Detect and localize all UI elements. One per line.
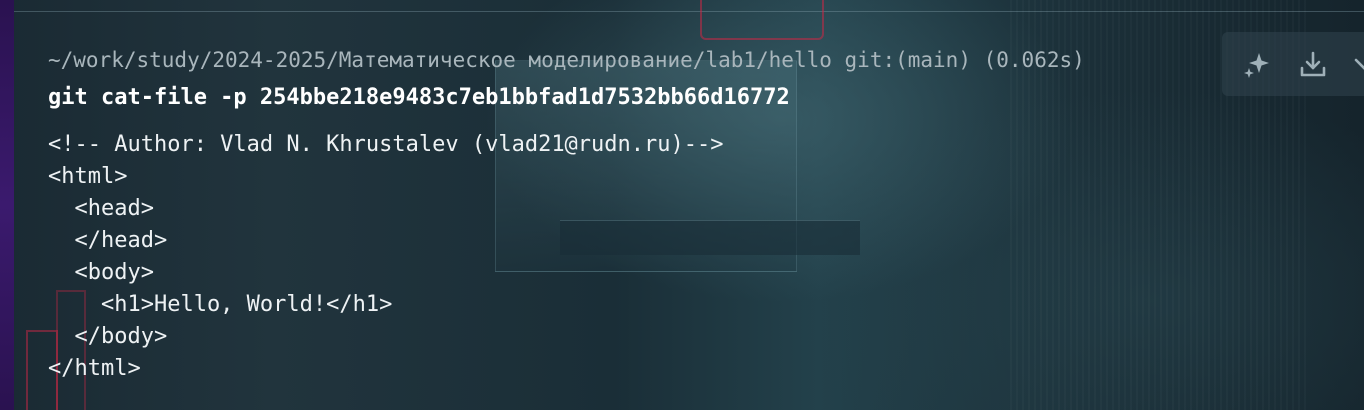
command-duration: (0.062s) bbox=[983, 48, 1085, 72]
output-line: </html> bbox=[48, 356, 141, 381]
prompt-git-branch: git:(main) bbox=[844, 48, 971, 72]
command-text: git cat-file -p 254bbe218e9483c7eb1bbfad… bbox=[48, 85, 790, 110]
ask-ai-button[interactable] bbox=[1238, 46, 1276, 84]
output-line: </body> bbox=[48, 324, 168, 349]
save-output-button[interactable] bbox=[1294, 46, 1332, 84]
background-neon-sign bbox=[700, 0, 824, 40]
prompt-path: ~/work/study/2024-2025/Математическое мо… bbox=[48, 48, 832, 72]
block-menu-button[interactable] bbox=[1346, 46, 1364, 84]
window-edge-strip bbox=[0, 0, 14, 410]
download-icon bbox=[1300, 51, 1326, 77]
output-line: </head> bbox=[48, 228, 168, 253]
terminal-window: ~/work/study/2024-2025/Математическое мо… bbox=[0, 0, 1364, 410]
output-line: <h1>Hello, World!</h1> bbox=[48, 292, 393, 317]
output-line: <html> bbox=[48, 164, 128, 189]
output-line: <body> bbox=[48, 260, 154, 285]
chevron-icon bbox=[1354, 58, 1364, 70]
sparkle-icon bbox=[1244, 53, 1269, 78]
output-line: <!-- Author: Vlad N. Khrustalev (vlad21@… bbox=[48, 132, 724, 157]
block-toolbar bbox=[1222, 32, 1364, 96]
output-line: <head> bbox=[48, 196, 154, 221]
prompt-line: ~/work/study/2024-2025/Математическое мо… bbox=[48, 44, 1085, 76]
background-shelf bbox=[560, 220, 860, 255]
